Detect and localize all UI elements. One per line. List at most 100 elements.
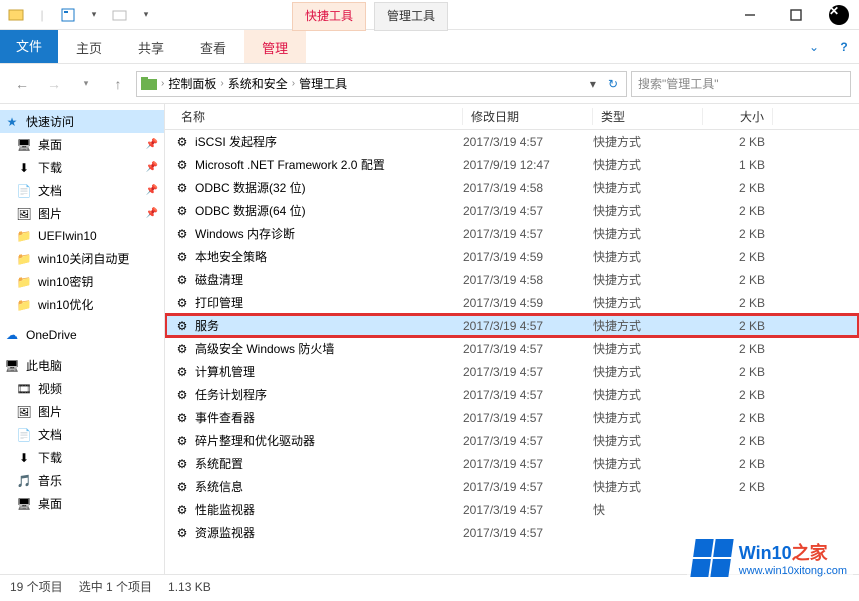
sidebar-label: win10优化: [38, 296, 93, 313]
qat-dropdown-icon[interactable]: ▾: [82, 3, 106, 27]
sidebar-item[interactable]: 🖼图片: [0, 400, 164, 423]
sidebar-item[interactable]: 📁UEFIwin10: [0, 225, 164, 247]
file-size: 2 KB: [703, 227, 773, 241]
shortcut-icon: ⚙: [173, 433, 191, 449]
back-button[interactable]: ←: [8, 70, 36, 98]
qat-overflow-icon[interactable]: ▾: [134, 3, 158, 27]
address-bar[interactable]: › 控制面板 › 系统和安全 › 管理工具 ▾ ↻: [136, 71, 627, 97]
file-date: 2017/3/19 4:57: [463, 503, 593, 517]
properties-icon[interactable]: [56, 3, 80, 27]
file-row[interactable]: ⚙ODBC 数据源(32 位)2017/3/19 4:58快捷方式2 KB: [165, 176, 859, 199]
chevron-right-icon[interactable]: ›: [292, 78, 295, 89]
file-size: 2 KB: [703, 388, 773, 402]
window-controls: ✕: [727, 0, 859, 30]
sidebar-item[interactable]: 📄文档: [0, 423, 164, 446]
watermark: Win10之家 www.win10xitong.com: [687, 537, 853, 579]
search-input[interactable]: 搜索"管理工具": [631, 71, 851, 97]
address-dropdown-icon[interactable]: ▾: [586, 77, 600, 91]
file-row[interactable]: ⚙性能监视器2017/3/19 4:57快: [165, 498, 859, 521]
sidebar-item[interactable]: 📁win10关闭自动更: [0, 247, 164, 270]
sidebar-item[interactable]: 🎞视频: [0, 377, 164, 400]
file-date: 2017/3/19 4:57: [463, 135, 593, 149]
sidebar-label: 音乐: [38, 472, 62, 489]
chevron-right-icon[interactable]: ›: [220, 78, 223, 89]
sidebar-label: 图片: [38, 205, 62, 222]
shortcut-icon: ⚙: [173, 134, 191, 150]
file-row[interactable]: ⚙系统信息2017/3/19 4:57快捷方式2 KB: [165, 475, 859, 498]
maximize-button[interactable]: [773, 0, 819, 30]
file-type: 快捷方式: [593, 340, 703, 357]
file-size: 2 KB: [703, 434, 773, 448]
tab-view[interactable]: 查看: [182, 30, 244, 63]
file-date: 2017/3/19 4:57: [463, 480, 593, 494]
app-icon[interactable]: [4, 3, 28, 27]
breadcrumb-item[interactable]: 控制面板: [168, 75, 216, 92]
file-name: 事件查看器: [195, 409, 463, 426]
file-row[interactable]: ⚙服务2017/3/19 4:57快捷方式2 KB: [165, 314, 859, 337]
help-icon[interactable]: ?: [829, 30, 859, 63]
computer-icon: 🖥: [4, 358, 20, 374]
breadcrumb-item[interactable]: 管理工具: [299, 75, 347, 92]
file-list[interactable]: ⚙iSCSI 发起程序2017/3/19 4:57快捷方式2 KB⚙Micros…: [165, 130, 859, 574]
sidebar-item[interactable]: 📁win10密钥: [0, 270, 164, 293]
search-placeholder: 搜索"管理工具": [638, 75, 719, 92]
minimize-button[interactable]: [727, 0, 773, 30]
file-name: 磁盘清理: [195, 271, 463, 288]
navigation-pane[interactable]: ★ 快速访问 🖥桌面📌⬇下载📌📄文档📌🖼图片📌📁UEFIwin10📁win10关…: [0, 104, 165, 574]
breadcrumb-item[interactable]: 系统和安全: [228, 75, 288, 92]
tab-manage[interactable]: 管理: [244, 30, 306, 63]
file-date: 2017/3/19 4:58: [463, 181, 593, 195]
up-button[interactable]: ↑: [104, 70, 132, 98]
column-date[interactable]: 修改日期: [463, 108, 593, 125]
file-row[interactable]: ⚙iSCSI 发起程序2017/3/19 4:57快捷方式2 KB: [165, 130, 859, 153]
context-tab-tools[interactable]: 快捷工具: [292, 2, 366, 31]
sidebar-item[interactable]: ⬇下载📌: [0, 156, 164, 179]
file-name: 资源监视器: [195, 524, 463, 541]
file-type: 快捷方式: [593, 386, 703, 403]
file-tab[interactable]: 文件: [0, 30, 58, 63]
file-date: 2017/3/19 4:57: [463, 365, 593, 379]
library-icon: 🎞: [16, 381, 32, 397]
forward-button[interactable]: →: [40, 70, 68, 98]
sidebar-quick-access[interactable]: ★ 快速访问: [0, 110, 164, 133]
column-type[interactable]: 类型: [593, 108, 703, 125]
file-row[interactable]: ⚙碎片整理和优化驱动器2017/3/19 4:57快捷方式2 KB: [165, 429, 859, 452]
sidebar-item[interactable]: ⬇下载: [0, 446, 164, 469]
refresh-icon[interactable]: ↻: [604, 77, 622, 91]
sidebar-label: win10密钥: [38, 273, 93, 290]
recent-dropdown[interactable]: ▾: [72, 70, 100, 98]
file-row[interactable]: ⚙打印管理2017/3/19 4:59快捷方式2 KB: [165, 291, 859, 314]
close-button[interactable]: ✕: [829, 5, 849, 25]
tab-home[interactable]: 主页: [58, 30, 120, 63]
sidebar-onedrive[interactable]: ☁ OneDrive: [0, 324, 164, 346]
sidebar-item[interactable]: 🖼图片📌: [0, 202, 164, 225]
column-size[interactable]: 大小: [703, 108, 773, 125]
sidebar-item[interactable]: 📄文档📌: [0, 179, 164, 202]
ribbon-expand-icon[interactable]: ⌄: [799, 30, 829, 63]
shortcut-icon: ⚙: [173, 502, 191, 518]
file-row[interactable]: ⚙ODBC 数据源(64 位)2017/3/19 4:57快捷方式2 KB: [165, 199, 859, 222]
new-folder-icon[interactable]: [108, 3, 132, 27]
file-row[interactable]: ⚙Windows 内存诊断2017/3/19 4:57快捷方式2 KB: [165, 222, 859, 245]
sidebar-item[interactable]: 📁win10优化: [0, 293, 164, 316]
file-row[interactable]: ⚙高级安全 Windows 防火墙2017/3/19 4:57快捷方式2 KB: [165, 337, 859, 360]
tab-share[interactable]: 共享: [120, 30, 182, 63]
column-name[interactable]: 名称: [173, 108, 463, 125]
chevron-right-icon[interactable]: ›: [161, 78, 164, 89]
context-tab-manage[interactable]: 管理工具: [374, 2, 448, 31]
file-size: 2 KB: [703, 411, 773, 425]
sidebar-item[interactable]: 🖥桌面📌: [0, 133, 164, 156]
file-row[interactable]: ⚙本地安全策略2017/3/19 4:59快捷方式2 KB: [165, 245, 859, 268]
file-row[interactable]: ⚙计算机管理2017/3/19 4:57快捷方式2 KB: [165, 360, 859, 383]
file-row[interactable]: ⚙任务计划程序2017/3/19 4:57快捷方式2 KB: [165, 383, 859, 406]
file-row[interactable]: ⚙系统配置2017/3/19 4:57快捷方式2 KB: [165, 452, 859, 475]
sidebar-label: 快速访问: [26, 113, 74, 130]
sidebar-this-pc[interactable]: 🖥 此电脑: [0, 354, 164, 377]
sidebar-item[interactable]: 🖥桌面: [0, 492, 164, 515]
sidebar-item[interactable]: 🎵音乐: [0, 469, 164, 492]
file-row[interactable]: ⚙Microsoft .NET Framework 2.0 配置2017/9/1…: [165, 153, 859, 176]
file-row[interactable]: ⚙事件查看器2017/3/19 4:57快捷方式2 KB: [165, 406, 859, 429]
file-type: 快捷方式: [593, 225, 703, 242]
file-row[interactable]: ⚙磁盘清理2017/3/19 4:58快捷方式2 KB: [165, 268, 859, 291]
shortcut-icon: ⚙: [173, 180, 191, 196]
